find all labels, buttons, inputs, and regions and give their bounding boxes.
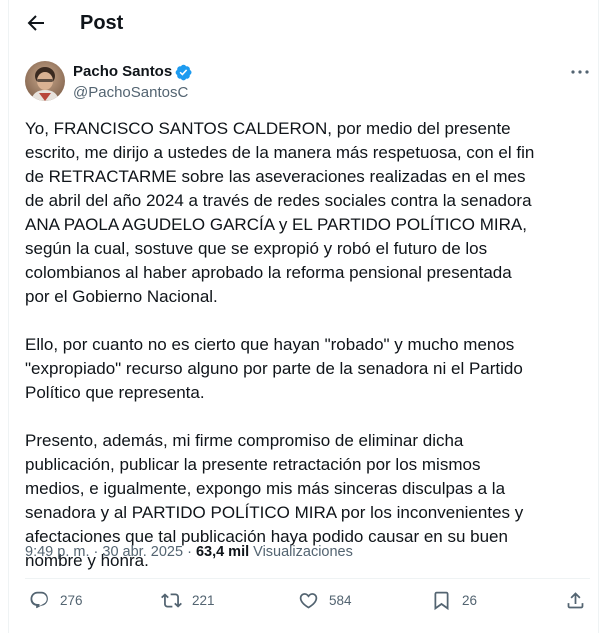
like-button[interactable]: 584 <box>298 590 352 611</box>
post-date[interactable]: 30 abr. 2025 <box>102 544 183 560</box>
author-name-row: Pacho Santos <box>73 62 192 82</box>
share-icon <box>567 592 584 609</box>
share-button[interactable] <box>565 590 586 611</box>
post-meta: 9:49 p. m. · 30 abr. 2025 · 63,4 mil Vis… <box>25 543 353 561</box>
page-title: Post <box>80 12 124 34</box>
post-time[interactable]: 9:49 p. m. <box>25 544 89 560</box>
divider <box>25 578 590 579</box>
views-count: 63,4 mil <box>195 544 250 560</box>
repost-icon <box>161 593 182 608</box>
bookmark-icon <box>434 591 449 611</box>
more-icon[interactable] <box>568 60 592 84</box>
meta-separator: · <box>93 544 99 560</box>
left-border <box>8 0 9 633</box>
repost-count: 221 <box>192 593 215 608</box>
avatar[interactable] <box>25 61 65 101</box>
reply-icon <box>30 591 48 609</box>
post-paragraph: Ello, por cuanto no es cierto que hayan … <box>25 335 523 402</box>
post-text: Yo, FRANCISCO SANTOS CALDERON, por medio… <box>25 117 540 573</box>
reply-button[interactable]: 276 <box>29 590 83 611</box>
like-icon <box>299 593 318 609</box>
reply-count: 276 <box>60 593 83 608</box>
action-bar: 276 221 584 26 <box>25 590 592 618</box>
post-paragraph: Yo, FRANCISCO SANTOS CALDERON, por medio… <box>25 119 535 306</box>
like-count: 584 <box>329 593 352 608</box>
views-label: Visualizaciones <box>253 544 353 560</box>
meta-separator: · <box>187 544 192 560</box>
right-border <box>598 0 599 633</box>
author-name[interactable]: Pacho Santos <box>73 62 172 82</box>
post-header: Post <box>0 0 607 47</box>
bookmark-button[interactable]: 26 <box>431 590 477 611</box>
repost-button[interactable]: 221 <box>161 590 215 611</box>
verified-badge-icon <box>175 64 192 80</box>
author-handle[interactable]: @PachoSantosC <box>73 83 188 103</box>
bookmark-count: 26 <box>462 593 478 608</box>
back-arrow-icon[interactable] <box>24 11 48 35</box>
